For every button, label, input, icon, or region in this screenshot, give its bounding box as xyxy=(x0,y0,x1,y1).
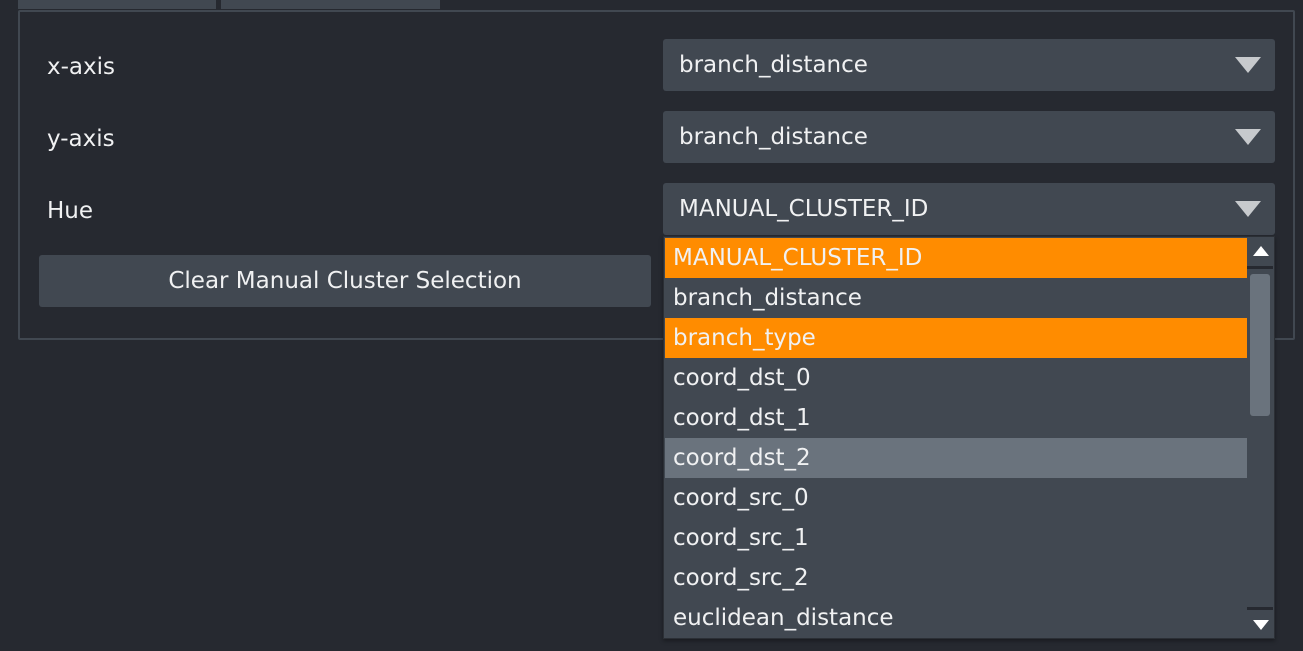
hue-label: Hue xyxy=(47,198,94,224)
hue-value: MANUAL_CLUSTER_ID xyxy=(679,196,929,222)
x-axis-value: branch_distance xyxy=(679,52,868,78)
scrollbar-divider xyxy=(1247,607,1273,610)
chevron-down-icon xyxy=(1235,201,1261,217)
dropdown-option[interactable]: coord_dst_0 xyxy=(665,358,1248,398)
dropdown-option[interactable]: coord_src_0 xyxy=(665,478,1248,518)
x-axis-select[interactable]: branch_distance xyxy=(663,39,1275,91)
hue-dropdown-list: MANUAL_CLUSTER_ID branch_distance branch… xyxy=(663,236,1275,639)
y-axis-label: y-axis xyxy=(47,126,115,152)
dropdown-option[interactable]: branch_type xyxy=(665,318,1248,358)
clear-manual-cluster-selection-button[interactable]: Clear Manual Cluster Selection xyxy=(39,255,651,307)
tab-2[interactable] xyxy=(221,0,440,9)
arrow-down-icon[interactable] xyxy=(1253,620,1269,630)
arrow-up-icon[interactable] xyxy=(1253,246,1269,256)
x-axis-label: x-axis xyxy=(47,54,115,80)
chevron-down-icon xyxy=(1235,129,1261,145)
dropdown-option[interactable]: euclidean_distance xyxy=(665,598,1248,638)
dropdown-scrollbar[interactable] xyxy=(1247,238,1273,638)
scrollbar-thumb[interactable] xyxy=(1250,274,1270,416)
dropdown-option[interactable]: coord_dst_1 xyxy=(665,398,1248,438)
dropdown-option[interactable]: coord_src_2 xyxy=(665,558,1248,598)
chevron-down-icon xyxy=(1235,57,1261,73)
scrollbar-divider xyxy=(1247,266,1273,269)
dropdown-option[interactable]: coord_src_1 xyxy=(665,518,1248,558)
dropdown-option[interactable]: coord_dst_2 xyxy=(665,438,1248,478)
hue-select[interactable]: MANUAL_CLUSTER_ID xyxy=(663,183,1275,235)
dropdown-option[interactable]: MANUAL_CLUSTER_ID xyxy=(665,238,1248,278)
dropdown-option[interactable]: branch_distance xyxy=(665,278,1248,318)
tab-1[interactable] xyxy=(18,0,216,9)
dropdown-options: MANUAL_CLUSTER_ID branch_distance branch… xyxy=(665,238,1248,638)
y-axis-select[interactable]: branch_distance xyxy=(663,111,1275,163)
y-axis-value: branch_distance xyxy=(679,124,868,150)
